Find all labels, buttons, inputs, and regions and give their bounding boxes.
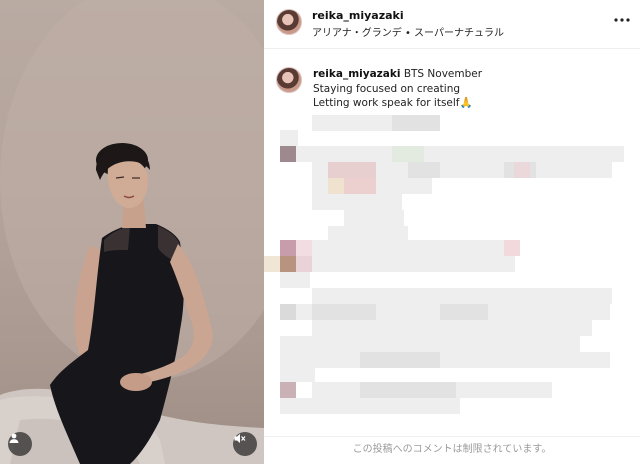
restricted-notice-text: この投稿へのコメントは制限されています。 (352, 444, 552, 455)
caption-line-3: Letting work speak for itself🙏 (313, 97, 473, 109)
avatar[interactable] (276, 9, 302, 35)
comments-restricted-notice: この投稿へのコメントは制限されています。 (264, 436, 640, 464)
post-header: reika_miyazaki アリアナ・グランデ • スーパーナチュラル (264, 0, 640, 49)
audio-label[interactable]: アリアナ・グランデ • スーパーナチュラル (312, 24, 504, 39)
more-options-button[interactable] (612, 12, 632, 28)
caption-line-1: BTS November (403, 68, 483, 80)
model-photo (0, 0, 264, 464)
caption-username[interactable]: reika_miyazaki (313, 68, 400, 80)
user-tag-button[interactable] (8, 432, 32, 456)
post-media-photo[interactable] (0, 0, 264, 464)
user-tag-icon (9, 433, 19, 443)
mute-icon (234, 434, 246, 443)
mute-button[interactable] (233, 432, 257, 456)
post-panel: reika_miyazaki アリアナ・グランデ • スーパーナチュラル rei… (264, 0, 640, 464)
header-username[interactable]: reika_miyazaki (312, 9, 404, 22)
caption-avatar[interactable] (276, 67, 302, 93)
blurred-comments (264, 115, 624, 414)
caption-line-2: Staying focused on creating (313, 82, 461, 95)
more-options-icon (614, 18, 630, 22)
caption-text: reika_miyazaki BTS November Staying focu… (313, 67, 613, 111)
